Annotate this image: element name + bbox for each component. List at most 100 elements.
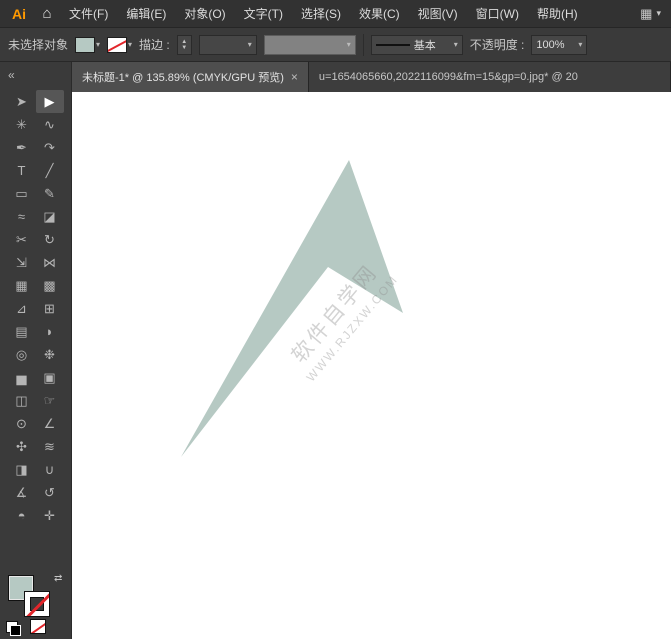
workspace-caret-icon[interactable]: ▾ — [656, 8, 661, 19]
column-graph-tool-icon: ▅ — [17, 370, 27, 386]
fill-color-swatch[interactable] — [75, 37, 95, 53]
scale-tool-icon: ⇲ — [16, 255, 27, 271]
stroke-color-swatch[interactable] — [107, 37, 127, 53]
width-tool[interactable]: ⋈ — [36, 251, 64, 274]
join-tool-icon: ∪ — [45, 462, 55, 478]
menu-effect[interactable]: 效果(C) — [350, 0, 409, 28]
stroke-weight-caret-icon[interactable]: ▾ — [248, 40, 252, 49]
shear-tool[interactable]: ∠ — [36, 412, 64, 435]
zoom-tool-icon: ⊙ — [16, 416, 27, 432]
menu-help[interactable]: 帮助(H) — [528, 0, 587, 28]
swap-fill-stroke-icon[interactable]: ⇄ — [54, 573, 62, 584]
menu-select[interactable]: 选择(S) — [292, 0, 350, 28]
free-transform-tool[interactable]: ▦ — [8, 274, 36, 297]
paintbrush-tool[interactable]: ✎ — [36, 182, 64, 205]
menu-file[interactable]: 文件(F) — [60, 0, 117, 28]
stroke-caret-icon[interactable]: ▾ — [128, 40, 132, 49]
opacity-select[interactable]: 100% ▾ — [531, 35, 587, 55]
brush-definition-select[interactable]: 基本 ▾ — [371, 35, 463, 55]
direct-selection-tool[interactable]: ▶ — [36, 90, 64, 113]
join-tool[interactable]: ∪ — [36, 458, 64, 481]
gradient-tool[interactable]: ▤ — [8, 320, 36, 343]
menu-view[interactable]: 视图(V) — [409, 0, 467, 28]
rotate-tool-icon: ↻ — [44, 232, 55, 248]
shaper-tool[interactable]: ≈ — [8, 205, 36, 228]
opacity-caret-icon[interactable]: ▾ — [578, 40, 582, 49]
stroke-weight-stepper[interactable]: ▲ ▼ — [177, 35, 192, 55]
stroke-weight-select[interactable]: ▾ — [199, 35, 257, 55]
rotate-tool[interactable]: ↻ — [36, 228, 64, 251]
main-area: « ➤▶✳∿ ✒ ↷ T ╱ ▭ ✎ ≈ ◪ ✂ ↻ ⇲ ⋈▦▩ ⊿ ⊞ ▤ ◗ ◎ ❉ ▅ ▣ ◫ ☞ ⊙ ∠ ✣ ≋◨ ∪ ∡↺◓✛… — [0, 62, 671, 639]
fill-color-picker[interactable]: ▾ — [75, 37, 100, 53]
symbol-sprayer-tool[interactable]: ❉ — [36, 343, 64, 366]
slice-tool-icon: ◫ — [15, 393, 27, 409]
stepper-down-icon[interactable]: ▼ — [181, 45, 187, 51]
tab-title: u=1654065660,2022116099&fm=15&gp=0.jpg* … — [319, 71, 578, 83]
default-fill-stroke-icon[interactable] — [6, 621, 18, 633]
selection-tool[interactable]: ➤ — [8, 90, 36, 113]
slice-tool[interactable]: ◫ — [8, 389, 36, 412]
menu-type[interactable]: 文字(T) — [235, 0, 292, 28]
artboard-canvas[interactable]: 软件自学网 WWW.RJZXW.COM — [72, 92, 671, 639]
pen-tool-icon: ✒ — [16, 140, 27, 156]
perspective-grid-tool[interactable]: ⊿ — [8, 297, 36, 320]
tools-collapse-button[interactable]: « — [0, 62, 71, 90]
reshape-tool[interactable]: ✣ — [8, 435, 36, 458]
menu-object[interactable]: 对象(O) — [175, 0, 234, 28]
workspace-switcher-icon[interactable]: ▦ — [640, 6, 652, 22]
magic-wand-tool[interactable]: ✳ — [8, 113, 36, 136]
rectangle-tool-icon: ▭ — [15, 186, 27, 202]
blend-tool[interactable]: ◎ — [8, 343, 36, 366]
artboard-tool[interactable]: ▣ — [36, 366, 64, 389]
eyedropper-tool-icon: ◗ — [46, 324, 54, 339]
control-bar: 未选择对象 ▾ ▾ 描边 : ▲ ▼ ▾ ▾ 基本 ▾ 不透明度 : 100% … — [0, 28, 671, 62]
selection-status-label: 未选择对象 — [8, 36, 68, 53]
stroke-swatch[interactable] — [24, 591, 50, 617]
print-tiling-tool[interactable]: ◓ — [8, 504, 36, 527]
stroke-color-picker[interactable]: ▾ — [107, 37, 132, 53]
navigator-tool[interactable]: ✛ — [36, 504, 64, 527]
smooth-tool[interactable]: ≋ — [36, 435, 64, 458]
shaper-tool-icon: ≈ — [18, 209, 25, 224]
home-icon[interactable]: ⌂ — [34, 5, 60, 22]
measure-tool[interactable]: ∡ — [8, 481, 36, 504]
menu-edit[interactable]: 编辑(E) — [117, 0, 175, 28]
column-graph-tool[interactable]: ▅ — [8, 366, 36, 389]
tab-close-icon[interactable]: × — [291, 70, 298, 84]
width-profile-caret-icon[interactable]: ▾ — [347, 40, 351, 49]
arrow-shape[interactable] — [181, 160, 403, 457]
mesh-tool-icon: ⊞ — [44, 301, 55, 317]
zoom-tool[interactable]: ⊙ — [8, 412, 36, 435]
type-tool-icon: T — [18, 163, 26, 178]
hand-tool-icon: ☞ — [44, 393, 56, 409]
type-tool[interactable]: T — [8, 159, 36, 182]
rotate-view-tool[interactable]: ↺ — [36, 481, 64, 504]
line-segment-tool-icon: ╱ — [46, 163, 54, 179]
tab-jpg-document[interactable]: u=1654065660,2022116099&fm=15&gp=0.jpg* … — [309, 62, 671, 92]
pen-tool[interactable]: ✒ — [8, 136, 36, 159]
hand-tool[interactable]: ☞ — [36, 389, 64, 412]
scale-tool[interactable]: ⇲ — [8, 251, 36, 274]
mesh-tool[interactable]: ⊞ — [36, 297, 64, 320]
menu-window[interactable]: 窗口(W) — [467, 0, 528, 28]
scissors-tool[interactable]: ✂ — [8, 228, 36, 251]
line-segment-tool[interactable]: ╱ — [36, 159, 64, 182]
brush-caret-icon[interactable]: ▾ — [454, 40, 458, 49]
width-profile-select[interactable]: ▾ — [264, 35, 356, 55]
none-color-button[interactable] — [30, 619, 46, 634]
knife-tool[interactable]: ◨ — [8, 458, 36, 481]
eyedropper-tool[interactable]: ◗ — [36, 320, 64, 343]
tab-untitled-document[interactable]: 未标题-1* @ 135.89% (CMYK/GPU 预览) × — [72, 62, 309, 92]
reshape-tool-icon: ✣ — [16, 439, 27, 455]
fill-caret-icon[interactable]: ▾ — [96, 40, 100, 49]
curvature-tool[interactable]: ↷ — [36, 136, 64, 159]
shape-builder-tool[interactable]: ▩ — [36, 274, 64, 297]
perspective-grid-tool-icon: ⊿ — [16, 301, 27, 317]
lasso-tool[interactable]: ∿ — [36, 113, 64, 136]
gradient-tool-icon: ▤ — [15, 324, 27, 340]
rectangle-tool[interactable]: ▭ — [8, 182, 36, 205]
blend-tool-icon: ◎ — [16, 347, 27, 363]
eraser-tool[interactable]: ◪ — [36, 205, 64, 228]
eraser-tool-icon: ◪ — [43, 209, 55, 225]
stroke-weight-label: 描边 : — [139, 36, 170, 53]
